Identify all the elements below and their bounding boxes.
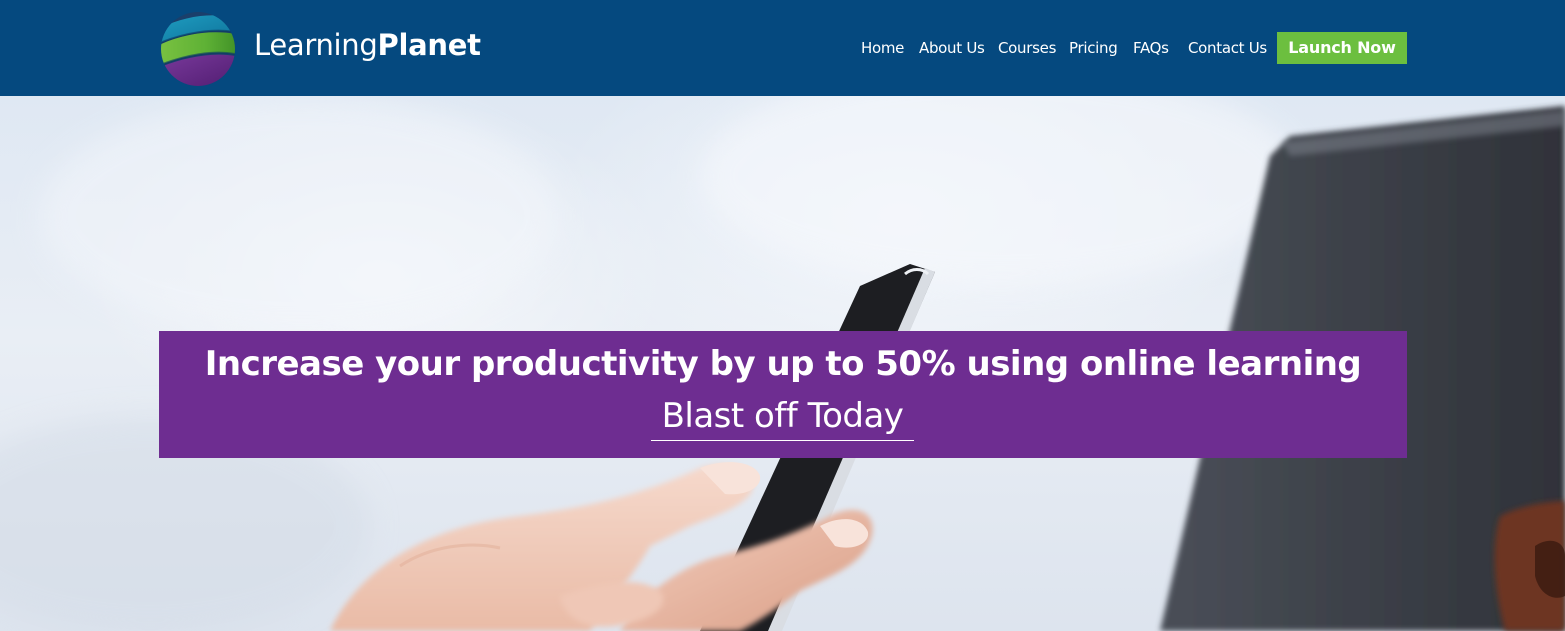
- blast-off-today-link[interactable]: Blast off Today: [651, 393, 914, 441]
- brand-name: LearningPlanet: [254, 28, 481, 62]
- globe-logo-icon: [161, 12, 235, 86]
- nav-about-link[interactable]: About Us: [919, 32, 985, 64]
- brand-name-bold: Planet: [377, 28, 481, 62]
- hero-section: Increase your productivity by up to 50% …: [0, 96, 1565, 631]
- hero-headline: Increase your productivity by up to 50% …: [204, 344, 1362, 384]
- nav-faqs-link[interactable]: FAQs: [1133, 32, 1169, 64]
- hero-banner: Increase your productivity by up to 50% …: [159, 331, 1407, 458]
- nav-pricing-link[interactable]: Pricing: [1069, 32, 1118, 64]
- logo[interactable]: LearningPlanet: [160, 10, 481, 88]
- nav-contact-link[interactable]: Contact Us: [1188, 32, 1267, 64]
- launch-now-button[interactable]: Launch Now: [1277, 32, 1407, 64]
- brand-name-light: Learning: [254, 28, 378, 62]
- site-header: LearningPlanet Home About Us Courses Pri…: [0, 0, 1565, 96]
- nav-courses-link[interactable]: Courses: [998, 32, 1056, 64]
- nav-home-link[interactable]: Home: [861, 32, 904, 64]
